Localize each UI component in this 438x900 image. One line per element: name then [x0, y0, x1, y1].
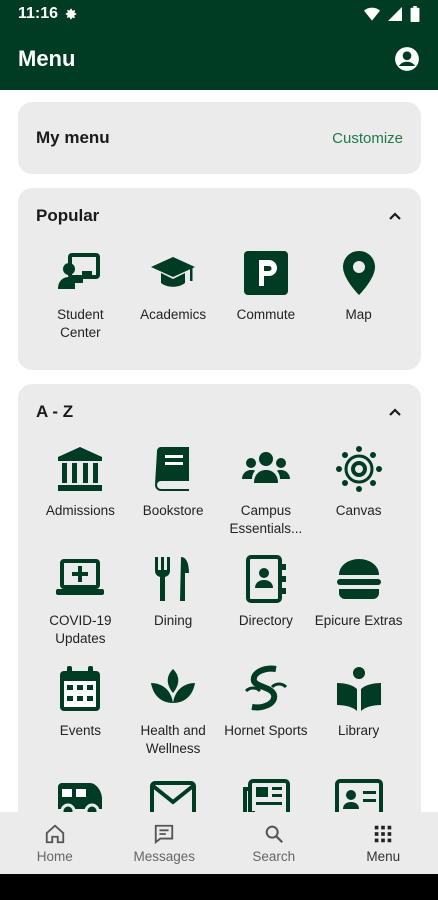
tile-label: Canvas: [335, 503, 382, 518]
nav-messages[interactable]: Messages: [110, 812, 220, 874]
burger-icon: [336, 559, 381, 599]
tile-shuttle[interactable]: [34, 774, 127, 812]
calendar-icon: [60, 666, 101, 711]
tile-academics[interactable]: Academics: [127, 248, 220, 344]
status-bar: 11:16: [0, 0, 438, 28]
tile-label: Academics: [140, 307, 207, 322]
tile-health-wellness[interactable]: Health and Wellness: [127, 664, 220, 760]
tile-label: Health and Wellness: [140, 723, 206, 756]
tile-directory[interactable]: Directory: [220, 554, 313, 650]
signal-icon: [388, 7, 402, 21]
leaf-icon: [151, 669, 196, 703]
popular-card: Popular Student Center Academics Commute…: [18, 188, 421, 370]
tile-label: Student Center: [57, 307, 104, 340]
nav-label: Menu: [366, 848, 401, 864]
student-center-icon: [58, 253, 101, 289]
tile-covid-updates[interactable]: COVID-19 Updates: [34, 554, 127, 650]
messages-icon: [155, 824, 174, 844]
popular-header[interactable]: Popular: [36, 206, 403, 226]
tile-map[interactable]: Map: [312, 248, 405, 344]
tile-dining[interactable]: Dining: [127, 554, 220, 650]
nav-menu[interactable]: Menu: [329, 812, 438, 874]
app-bar: Menu: [0, 28, 438, 90]
tile-events[interactable]: Events: [34, 664, 127, 760]
parking-icon: [243, 251, 288, 295]
my-menu-title: My menu: [36, 128, 110, 147]
tile-hornet-sports[interactable]: Hornet Sports: [220, 664, 313, 760]
chevron-up-icon[interactable]: [387, 208, 403, 224]
tile-campus-essentials[interactable]: Campus Essentials...: [220, 444, 313, 540]
tile-student-center[interactable]: Student Center: [34, 248, 127, 344]
account-circle-icon[interactable]: [394, 46, 420, 72]
menu-content[interactable]: My menu Customize Popular Student Center…: [0, 90, 438, 812]
bottom-navigation: Home Messages Search Menu: [0, 812, 438, 874]
tile-label: Directory: [238, 613, 293, 628]
tile-library[interactable]: Library: [312, 664, 405, 760]
tile-bookstore[interactable]: Bookstore: [127, 444, 220, 540]
tile-label: Campus Essentials...: [229, 503, 303, 536]
tile-label: Library: [337, 723, 380, 738]
utensils-icon: [155, 557, 190, 601]
graduation-cap-icon: [151, 257, 196, 287]
tile-label: Map: [345, 307, 372, 322]
id-card-icon: [334, 779, 383, 812]
tile-canvas[interactable]: Canvas: [312, 444, 405, 540]
tile-news[interactable]: [220, 774, 313, 812]
book-icon: [155, 447, 190, 491]
status-time: 11:16: [18, 5, 59, 22]
nav-search[interactable]: Search: [219, 812, 329, 874]
a-z-header[interactable]: A - Z: [36, 402, 403, 422]
chevron-up-icon[interactable]: [387, 404, 403, 420]
building-icon: [58, 447, 103, 491]
wifi-icon: [364, 7, 380, 21]
tile-label: Admissions: [45, 503, 115, 518]
tile-label: Commute: [236, 307, 296, 322]
hornet-sports-icon: [244, 665, 287, 711]
tile-id-card[interactable]: [312, 774, 405, 812]
a-z-title: A - Z: [36, 402, 74, 421]
nav-home[interactable]: Home: [0, 812, 110, 874]
shuttle-icon: [58, 783, 103, 812]
nav-label: Messages: [133, 848, 196, 864]
system-gesture-bar: [0, 874, 438, 900]
address-book-icon: [245, 555, 286, 603]
a-z-grid: Admissions Bookstore Campus Essentials..…: [34, 444, 405, 812]
reading-icon: [336, 667, 381, 711]
tile-label: COVID-19 Updates: [49, 613, 112, 646]
tile-label: Epicure Extras: [314, 613, 403, 628]
tile-mail[interactable]: [127, 774, 220, 812]
page-title: Menu: [18, 46, 76, 71]
popular-grid: Student Center Academics Commute Map: [34, 248, 405, 344]
tile-epicure-extras[interactable]: Epicure Extras: [312, 554, 405, 650]
my-menu-card[interactable]: My menu Customize: [18, 102, 421, 174]
envelope-icon: [150, 781, 197, 812]
tile-commute[interactable]: Commute: [220, 248, 313, 344]
newspaper-icon: [242, 779, 290, 812]
canvas-icon: [335, 446, 382, 492]
tile-label: Hornet Sports: [224, 723, 308, 738]
settings-gear-icon: [65, 8, 77, 20]
tile-label: Bookstore: [142, 503, 204, 518]
customize-link[interactable]: Customize: [332, 130, 403, 147]
laptop-medical-icon: [56, 559, 105, 595]
a-z-card: A - Z Admissions Bookstore Campus Essent…: [18, 384, 421, 812]
battery-icon: [410, 6, 420, 22]
search-icon: [265, 825, 283, 843]
popular-title: Popular: [36, 206, 100, 225]
nav-label: Search: [252, 848, 296, 864]
tile-admissions[interactable]: Admissions: [34, 444, 127, 540]
map-pin-icon: [342, 251, 375, 295]
home-icon: [45, 824, 64, 843]
tile-label: Events: [59, 723, 102, 738]
nav-label: Home: [36, 848, 73, 864]
tile-label: Dining: [153, 613, 193, 628]
users-icon: [241, 452, 290, 483]
grid-menu-icon: [375, 825, 392, 842]
